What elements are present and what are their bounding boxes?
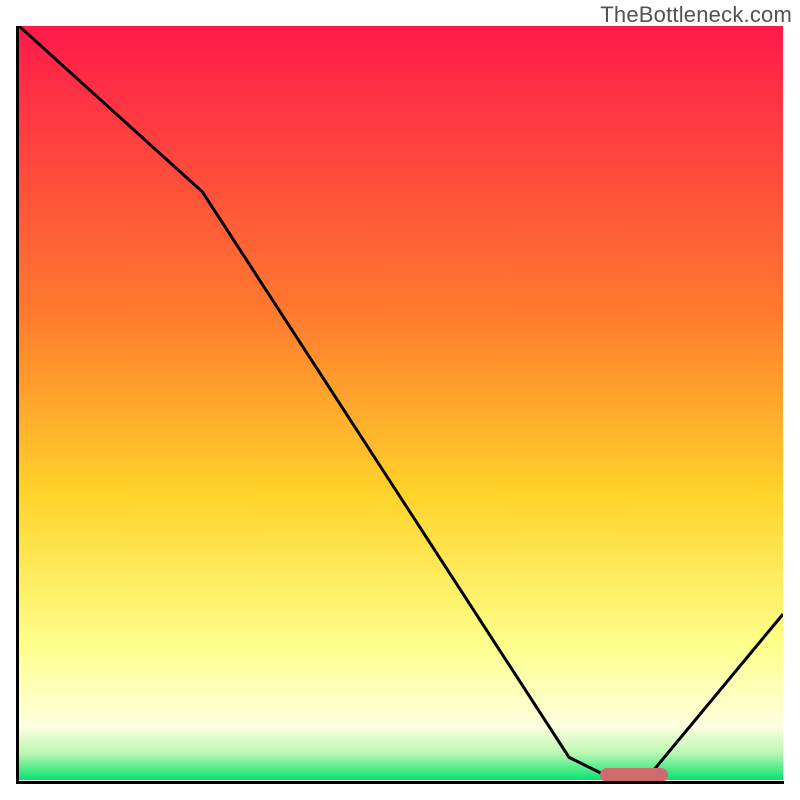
watermark-text: TheBottleneck.com (600, 2, 792, 28)
axis-frame (16, 26, 784, 784)
chart-container: TheBottleneck.com (0, 0, 800, 800)
